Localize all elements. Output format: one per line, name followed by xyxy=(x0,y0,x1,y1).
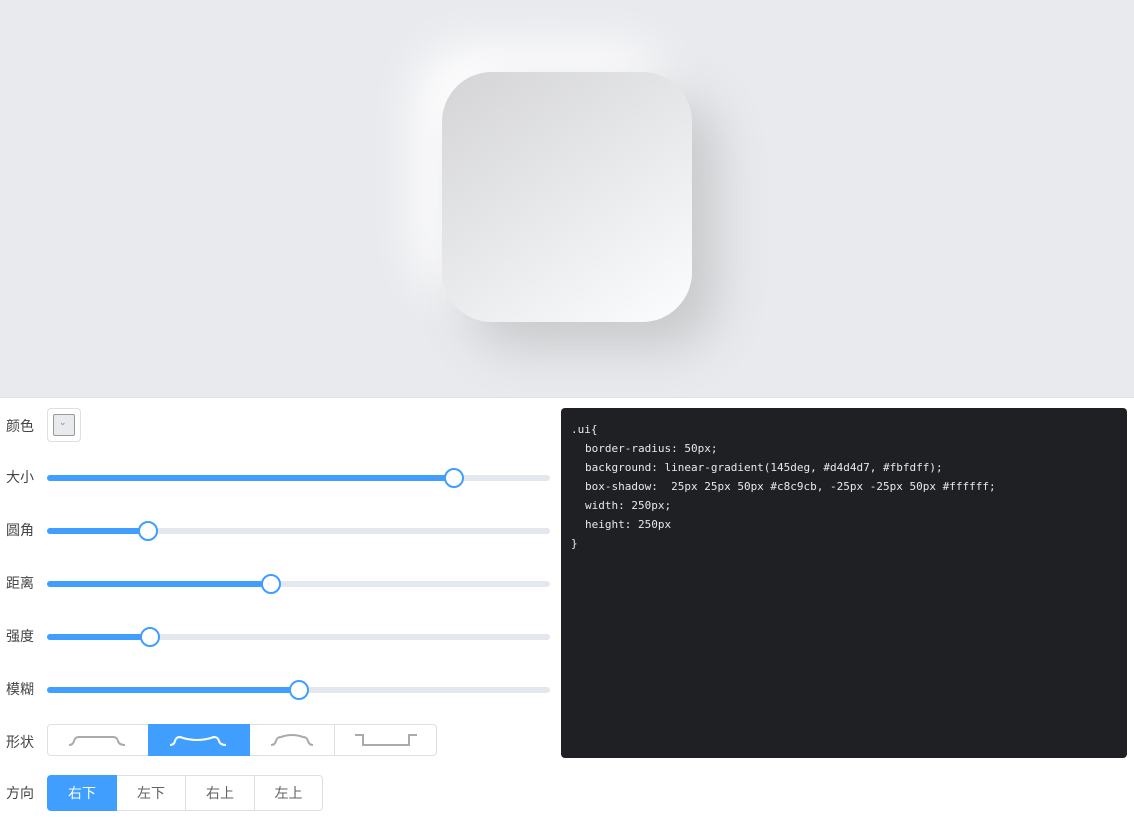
code-line: background: linear-gradient(145deg, #d4d… xyxy=(585,461,943,474)
blur-slider-fill xyxy=(47,687,299,693)
intensity-slider-fill xyxy=(47,634,150,640)
radius-label: 圆角 xyxy=(6,522,34,538)
direction-bottom-right-button[interactable]: 右下 xyxy=(47,775,117,811)
size-label: 大小 xyxy=(6,469,34,485)
preview-shape xyxy=(442,72,692,322)
shape-convex-button[interactable] xyxy=(249,724,335,756)
radius-slider-handle[interactable] xyxy=(137,521,158,541)
blur-slider[interactable] xyxy=(47,680,550,700)
intensity-slider-handle[interactable] xyxy=(139,627,160,647)
distance-slider-fill xyxy=(47,581,271,587)
direction-top-right-button[interactable]: 右上 xyxy=(185,775,255,811)
distance-label: 距离 xyxy=(6,575,34,591)
radius-slider[interactable] xyxy=(47,521,550,541)
shape-label: 形状 xyxy=(6,734,34,750)
radius-slider-fill xyxy=(47,528,148,534)
shape-pressed-button[interactable] xyxy=(334,724,437,756)
shape-concave-icon xyxy=(169,735,227,746)
color-label: 颜色 xyxy=(6,418,34,434)
divider xyxy=(0,397,1134,398)
direction-label: 方向 xyxy=(6,785,34,801)
shape-flat-button[interactable] xyxy=(47,724,149,756)
css-code-output[interactable]: .ui{ border-radius: 50px; background: li… xyxy=(561,408,1127,758)
shape-button-group xyxy=(47,724,437,756)
shape-flat-icon xyxy=(68,736,126,746)
code-line: box-shadow: 25px 25px 50px #c8c9cb, -25p… xyxy=(585,480,996,493)
direction-top-left-button[interactable]: 左上 xyxy=(254,775,323,811)
code-line: height: 250px xyxy=(585,518,672,531)
color-picker[interactable]: ⌄ xyxy=(47,408,81,442)
blur-slider-handle[interactable] xyxy=(288,680,309,700)
blur-label: 模糊 xyxy=(6,681,34,697)
code-line: border-radius: 50px; xyxy=(585,442,718,455)
chevron-down-icon: ⌄ xyxy=(59,417,67,427)
preview-area xyxy=(0,0,1134,397)
size-slider-handle[interactable] xyxy=(444,468,465,488)
shape-pressed-icon xyxy=(354,734,417,746)
code-line: width: 250px; xyxy=(585,499,672,512)
direction-bottom-left-button[interactable]: 左下 xyxy=(116,775,186,811)
code-line: .ui{ xyxy=(571,423,598,436)
shape-concave-button[interactable] xyxy=(148,724,250,756)
size-slider-fill xyxy=(47,475,455,481)
intensity-label: 强度 xyxy=(6,628,34,644)
distance-slider-handle[interactable] xyxy=(260,574,281,594)
size-slider[interactable] xyxy=(47,468,550,488)
intensity-slider[interactable] xyxy=(47,627,550,647)
code-line: } xyxy=(571,537,578,550)
shape-convex-icon xyxy=(270,734,314,746)
direction-button-group: 右下 左下 右上 左上 xyxy=(47,775,323,811)
distance-slider[interactable] xyxy=(47,574,550,594)
